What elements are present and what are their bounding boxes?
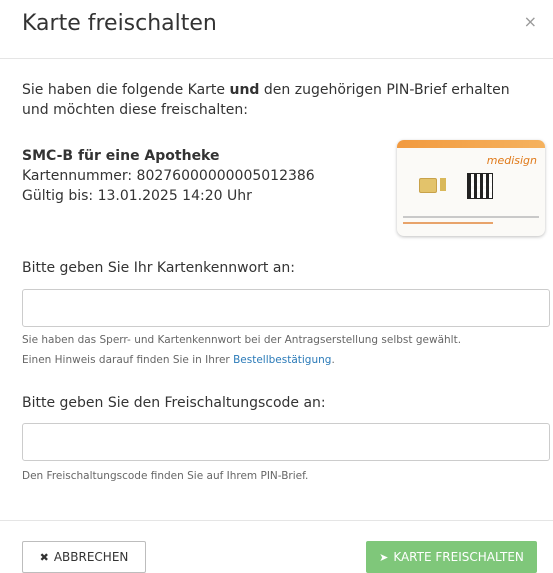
password-label: Bitte geben Sie Ihr Kartenkennwort an: (22, 260, 295, 276)
paper-plane-icon: ➤ (379, 550, 389, 564)
card-info: SMC-B für eine Apotheke Kartennummer: 80… (22, 146, 315, 206)
password-help: Sie haben das Sperr- und Kartenkennwort … (22, 330, 461, 370)
intro-part1: Sie haben die folgende Karte (22, 82, 230, 98)
close-icon[interactable]: × (524, 12, 537, 31)
card-stripe (397, 140, 545, 148)
card-text-line (403, 216, 539, 218)
intro-bold: und (229, 82, 260, 98)
unlock-card-button-label: KARTE FREISCHALTEN (393, 550, 524, 564)
password-help-line1: Sie haben das Sperr- und Kartenkennwort … (22, 334, 462, 346)
unlock-code-input[interactable] (22, 423, 550, 461)
times-icon: ✖ (39, 550, 49, 564)
card-chip-icon (440, 178, 446, 191)
card-text-line (403, 222, 493, 224)
card-qr-icon (467, 173, 493, 199)
unlock-card-button[interactable]: ➤ KARTE FREISCHALTEN (366, 541, 537, 573)
cancel-button[interactable]: ✖ ABBRECHEN (22, 541, 146, 573)
intro-text: Sie haben die folgende Karte und den zug… (22, 80, 532, 120)
code-help: Den Freischaltungscode finden Sie auf Ih… (22, 470, 309, 482)
password-help-suffix: . (331, 354, 335, 366)
card-image: medisign (397, 140, 545, 236)
card-validity: Gültig bis: 13.01.2025 14:20 Uhr (22, 188, 252, 204)
password-help-prefix: Einen Hinweis darauf finden Sie in Ihrer (22, 354, 234, 366)
dialog-header: Karte freischalten × (0, 0, 553, 59)
card-brand-logo: medisign (486, 154, 537, 167)
code-label: Bitte geben Sie den Freischaltungscode a… (22, 395, 326, 411)
cancel-button-label: ABBRECHEN (53, 550, 129, 564)
password-help-line2: Einen Hinweis darauf finden Sie in Ihrer… (22, 350, 461, 370)
order-confirmation-link[interactable]: Bestellbestätigung (233, 354, 331, 366)
card-name: SMC-B für eine Apotheke (22, 148, 220, 164)
footer-divider (0, 520, 553, 521)
card-chip-icon (419, 178, 437, 193)
card-number: Kartennummer: 80276000000005012386 (22, 168, 315, 184)
password-input[interactable] (22, 289, 550, 327)
dialog-title: Karte freischalten (22, 11, 217, 36)
